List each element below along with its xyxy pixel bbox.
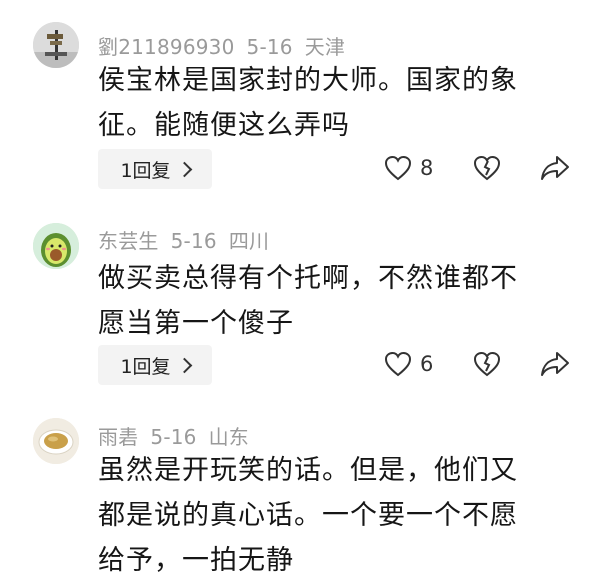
comment-date: 5-16 bbox=[246, 35, 293, 59]
comment-text: 虽然是开玩笑的话。但是，他们又 都是说的真心话。一个要一个不愿 给予，一拍无静 bbox=[98, 448, 568, 583]
share-button[interactable] bbox=[540, 155, 570, 185]
comment-text: 侯宝林是国家封的大师。国家的象 征。能随便这么弄吗 bbox=[98, 58, 568, 148]
like-count: 6 bbox=[420, 352, 434, 376]
like-count: 8 bbox=[420, 156, 434, 180]
dislike-button[interactable] bbox=[473, 155, 501, 185]
share-arrow-icon bbox=[541, 352, 569, 376]
comment-date: 5-16 bbox=[150, 425, 197, 449]
broken-heart-icon bbox=[473, 155, 501, 181]
user-avatar[interactable] bbox=[33, 418, 79, 464]
avocado-avatar bbox=[33, 223, 79, 269]
comment-text: 做买卖总得有个托啊，不然谁都不 愿当第一个傻子 bbox=[98, 256, 568, 346]
tea-cup-avatar bbox=[33, 418, 79, 464]
reply-count-label: 1回复 bbox=[120, 159, 171, 182]
username[interactable]: 劉211896930 bbox=[98, 35, 235, 59]
comment-location: 山东 bbox=[208, 425, 250, 449]
view-replies-button[interactable]: 1回复 bbox=[98, 149, 212, 189]
username[interactable]: 雨砉 bbox=[98, 425, 138, 449]
comment-location: 天津 bbox=[304, 35, 346, 59]
comment-meta: 劉211896930 5-16 天津 bbox=[98, 31, 345, 60]
signpost-photo-avatar bbox=[33, 22, 79, 68]
comment-meta: 雨砉 5-16 山东 bbox=[98, 421, 249, 450]
comment-text-line: 征。能随便这么弄吗 bbox=[98, 110, 350, 141]
comment-text-line: 虽然是开玩笑的话。但是，他们又 bbox=[98, 455, 518, 486]
comment-date: 5-16 bbox=[170, 229, 217, 253]
like-button[interactable]: 6 bbox=[384, 351, 433, 377]
comment-text-line: 都是说的真心话。一个要一个不愿 bbox=[98, 500, 518, 531]
broken-heart-icon bbox=[473, 351, 501, 377]
share-arrow-icon bbox=[541, 156, 569, 180]
comment-actions: 6 bbox=[380, 345, 580, 385]
comment-meta: 东芸生 5-16 四川 bbox=[98, 225, 269, 254]
chevron-right-icon bbox=[176, 357, 192, 373]
comment-actions: 8 bbox=[380, 149, 580, 189]
comment-text-line: 愿当第一个傻子 bbox=[98, 308, 294, 339]
comment-location: 四川 bbox=[228, 229, 270, 253]
share-button[interactable] bbox=[540, 351, 570, 381]
view-replies-button[interactable]: 1回复 bbox=[98, 345, 212, 385]
user-avatar[interactable] bbox=[33, 22, 79, 68]
reply-count-label: 1回复 bbox=[120, 355, 171, 378]
heart-outline-icon bbox=[384, 155, 412, 181]
heart-outline-icon bbox=[384, 351, 412, 377]
user-avatar[interactable] bbox=[33, 223, 79, 269]
comment-text-line: 给予，一拍无静 bbox=[98, 545, 294, 576]
comment-text-line: 侯宝林是国家封的大师。国家的象 bbox=[98, 65, 518, 96]
like-button[interactable]: 8 bbox=[384, 155, 433, 181]
username[interactable]: 东芸生 bbox=[98, 229, 159, 253]
comment-text-line: 做买卖总得有个托啊，不然谁都不 bbox=[98, 263, 518, 294]
chevron-right-icon bbox=[176, 161, 192, 177]
dislike-button[interactable] bbox=[473, 351, 501, 381]
